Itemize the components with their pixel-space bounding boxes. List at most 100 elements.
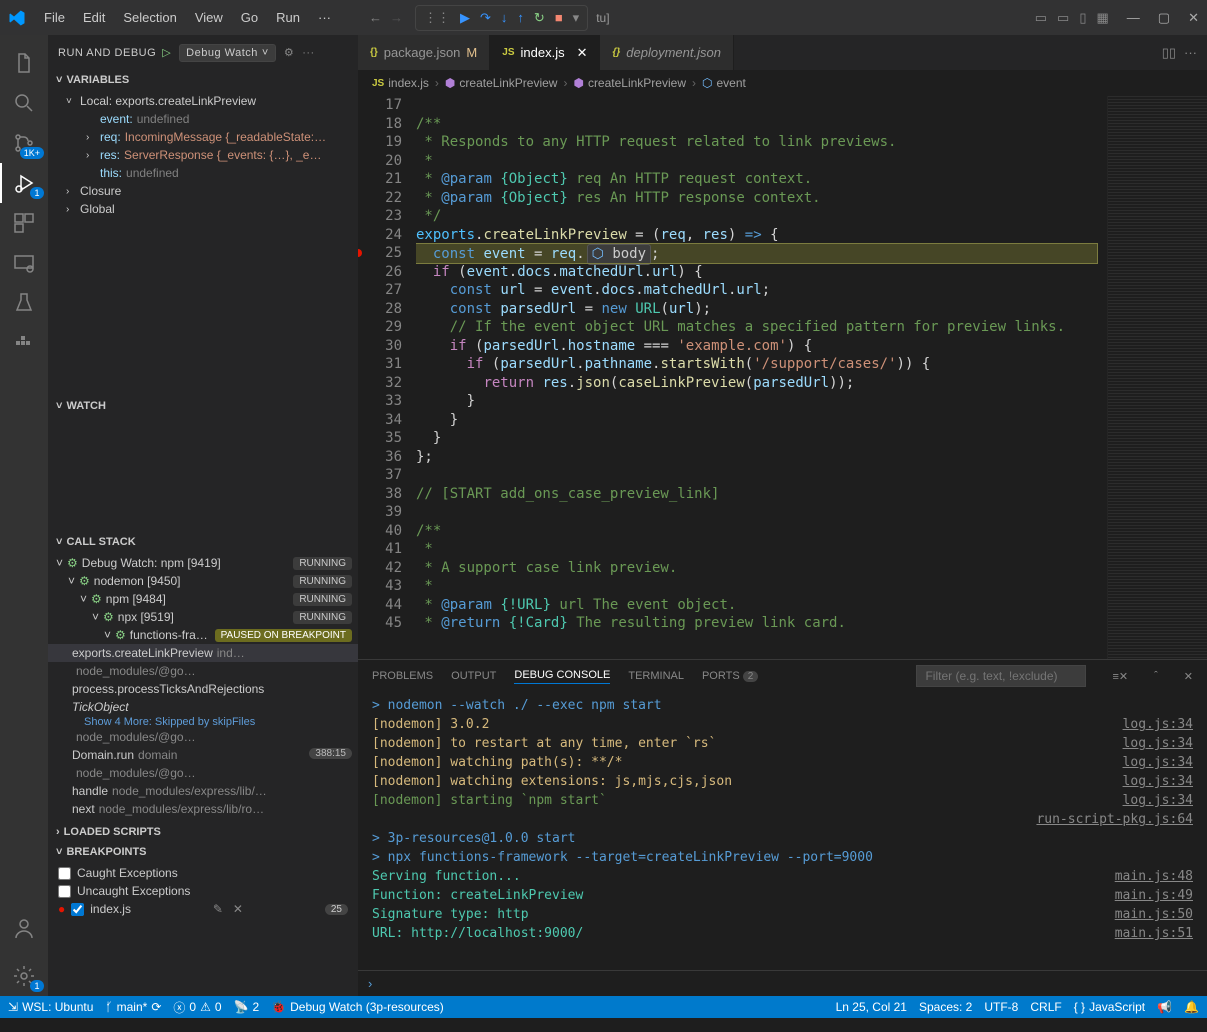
stackframe[interactable]: node_modules/@go… xyxy=(48,728,358,746)
checkbox-indexjs[interactable] xyxy=(71,903,84,916)
menu-more[interactable]: ··· xyxy=(310,6,339,29)
variable-row[interactable]: ›res: ServerResponse {_events: {…}, _e… xyxy=(48,146,358,164)
panel-tab-problems[interactable]: PROBLEMS xyxy=(372,670,433,682)
section-loaded[interactable]: ›LOADED SCRIPTS xyxy=(48,822,358,842)
breakpoint-caught[interactable]: Caught Exceptions xyxy=(48,864,358,882)
stackframe[interactable]: Domain.rundomain388:15 xyxy=(48,746,358,764)
checkbox-uncaught[interactable] xyxy=(58,885,71,898)
close-icon[interactable]: ✕ xyxy=(233,902,243,916)
status-ports[interactable]: 📡2 xyxy=(234,1000,260,1014)
status-bell-icon[interactable]: 🔔 xyxy=(1184,1000,1199,1014)
activity-search-icon[interactable] xyxy=(0,83,48,123)
activity-explorer-icon[interactable] xyxy=(0,43,48,83)
variable-scope-closure[interactable]: ›Closure xyxy=(48,182,358,200)
variable-row[interactable]: ›req: IncomingMessage {_readableState:… xyxy=(48,128,358,146)
debug-drag-icon[interactable]: ⋮⋮ xyxy=(424,10,450,26)
activity-docker-icon[interactable] xyxy=(0,323,48,363)
panel-close-icon[interactable]: ✕ xyxy=(1184,670,1193,683)
stackframe[interactable]: node_modules/@go… xyxy=(48,662,358,680)
menu-file[interactable]: File xyxy=(36,6,73,29)
checkbox-caught[interactable] xyxy=(58,867,71,880)
breakpoint-file[interactable]: ● index.js ✎ ✕ 25 xyxy=(48,900,358,918)
variable-row[interactable]: event: undefined xyxy=(48,110,358,128)
editor-tab[interactable]: {}deployment.json xyxy=(600,35,733,70)
debug-console-output[interactable]: > nodemon --watch ./ --exec npm start[no… xyxy=(358,692,1207,970)
chevron-up-icon[interactable]: ˆ xyxy=(1154,670,1158,682)
status-eol[interactable]: CRLF xyxy=(1030,1000,1061,1014)
debug-step-over-icon[interactable]: ↷ xyxy=(480,10,491,26)
debug-step-out-icon[interactable]: ↑ xyxy=(517,10,524,26)
activity-debug-icon[interactable]: 1 xyxy=(0,163,48,203)
window-minimize-icon[interactable]: — xyxy=(1127,10,1140,26)
stackframe[interactable]: nextnode_modules/express/lib/ro… xyxy=(48,800,358,818)
menu-run[interactable]: Run xyxy=(268,6,308,29)
section-watch[interactable]: ˅WATCH xyxy=(48,396,358,416)
stackframe[interactable]: exports.createLinkPreviewind… xyxy=(48,644,358,662)
breadcrumb[interactable]: JS index.js › ⬢ createLinkPreview › ⬢ cr… xyxy=(358,70,1207,96)
start-debug-icon[interactable]: ▷ xyxy=(162,46,171,59)
line-gutter[interactable]: 1718192021222324▶25262728293031323334353… xyxy=(358,96,416,659)
layout-customize-icon[interactable]: ▦ xyxy=(1097,10,1109,26)
activity-remote-icon[interactable] xyxy=(0,243,48,283)
status-debug[interactable]: 🐞Debug Watch (3p-resources) xyxy=(271,1000,444,1014)
skip-files-link[interactable]: Show 4 More: Skipped by skipFiles xyxy=(48,716,358,728)
clear-console-icon[interactable]: ≡✕ xyxy=(1112,670,1128,683)
more-actions-icon[interactable]: ··· xyxy=(1184,45,1197,60)
variable-row[interactable]: this: undefined xyxy=(48,164,358,182)
callstack-thread[interactable]: ˅⚙ npx [9519]RUNNING xyxy=(48,608,358,626)
callstack-thread[interactable]: ˅⚙ npm [9484]RUNNING xyxy=(48,590,358,608)
status-lang[interactable]: { }JavaScript xyxy=(1074,1000,1145,1014)
activity-testing-icon[interactable] xyxy=(0,283,48,323)
console-input[interactable]: › xyxy=(358,970,1207,996)
window-close-icon[interactable]: ✕ xyxy=(1188,10,1199,26)
split-editor-icon[interactable]: ▯▯ xyxy=(1162,45,1176,61)
launch-config-select[interactable]: Debug Watch ˅ xyxy=(179,44,276,62)
editor-tab[interactable]: JSindex.js✕ xyxy=(490,35,600,70)
panel-tab-debug-console[interactable]: DEBUG CONSOLE xyxy=(514,669,610,684)
activity-extensions-icon[interactable] xyxy=(0,203,48,243)
variable-scope-local[interactable]: ˅Local: exports.createLinkPreview xyxy=(48,92,358,110)
status-branch[interactable]: ᚶmain*⟳ xyxy=(105,1000,161,1014)
more-icon[interactable]: ··· xyxy=(302,47,315,59)
variable-scope-global[interactable]: ›Global xyxy=(48,200,358,218)
debug-step-into-icon[interactable]: ↓ xyxy=(501,10,508,26)
status-encoding[interactable]: UTF-8 xyxy=(984,1000,1018,1014)
section-variables[interactable]: ˅VARIABLES xyxy=(48,70,358,90)
callstack-thread[interactable]: ˅⚙ nodemon [9450]RUNNING xyxy=(48,572,358,590)
nav-forward-icon[interactable]: → xyxy=(390,10,403,25)
activity-scm-icon[interactable]: 1K+ xyxy=(0,123,48,163)
layout-primary-icon[interactable]: ▭ xyxy=(1035,10,1047,26)
window-maximize-icon[interactable]: ▢ xyxy=(1158,10,1170,26)
layout-panel-icon[interactable]: ▭ xyxy=(1057,10,1069,26)
status-problems[interactable]: ⓧ0⚠0 xyxy=(173,999,221,1016)
status-spaces[interactable]: Spaces: 2 xyxy=(919,1000,972,1014)
debug-dropdown-icon[interactable]: ▾ xyxy=(573,10,580,26)
minimap[interactable] xyxy=(1107,96,1207,659)
status-feedback-icon[interactable]: 📢 xyxy=(1157,1000,1172,1014)
panel-tab-terminal[interactable]: TERMINAL xyxy=(628,670,684,682)
status-remote[interactable]: ⇲WSL: Ubuntu xyxy=(8,1000,93,1014)
menu-view[interactable]: View xyxy=(187,6,231,29)
section-callstack[interactable]: ˅CALL STACK xyxy=(48,532,358,552)
layout-sidebar-icon[interactable]: ▯ xyxy=(1079,10,1086,26)
activity-settings-icon[interactable]: 1 xyxy=(0,956,48,996)
tab-close-icon[interactable]: ✕ xyxy=(577,45,588,61)
activity-account-icon[interactable] xyxy=(0,908,48,948)
menu-go[interactable]: Go xyxy=(233,6,266,29)
callstack-thread[interactable]: ˅⚙ functions-fra…PAUSED ON BREAKPOINT xyxy=(48,626,358,644)
debug-restart-icon[interactable]: ↻ xyxy=(534,10,545,26)
debug-stop-icon[interactable]: ■ xyxy=(555,10,563,26)
console-filter-input[interactable] xyxy=(916,665,1086,687)
nav-back-icon[interactable]: ← xyxy=(369,10,382,25)
stackframe[interactable]: node_modules/@go… xyxy=(48,764,358,782)
panel-tab-ports[interactable]: PORTS 2 xyxy=(702,670,758,682)
callstack-thread[interactable]: ˅⚙ Debug Watch: npm [9419]RUNNING xyxy=(48,554,358,572)
menu-edit[interactable]: Edit xyxy=(75,6,113,29)
stackframe[interactable]: process.processTicksAndRejections xyxy=(48,680,358,698)
gear-icon[interactable]: ⚙ xyxy=(284,46,294,59)
stackframe[interactable]: handlenode_modules/express/lib/… xyxy=(48,782,358,800)
panel-tab-output[interactable]: OUTPUT xyxy=(451,670,496,682)
section-breakpoints[interactable]: ˅BREAKPOINTS xyxy=(48,842,358,862)
stackframe[interactable]: TickObject xyxy=(48,698,358,716)
breakpoint-uncaught[interactable]: Uncaught Exceptions xyxy=(48,882,358,900)
